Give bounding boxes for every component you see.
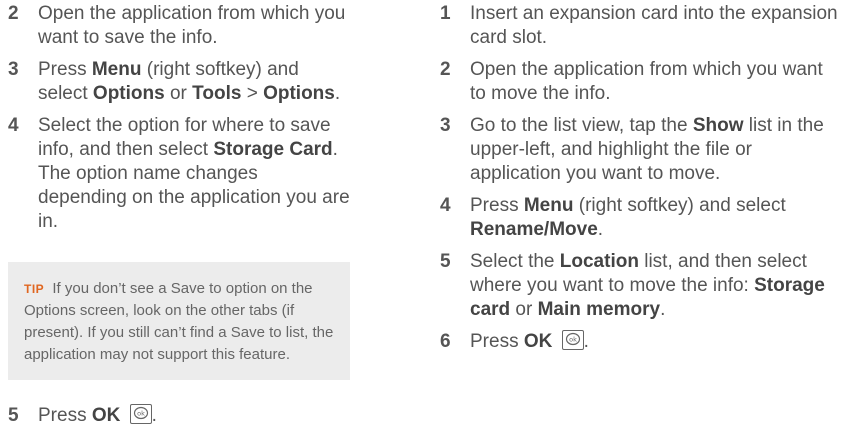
- ok-label: OK: [91, 405, 121, 426]
- svg-text:ok: ok: [569, 336, 577, 344]
- right-step-5: 5 Select the Location list, and then sel…: [440, 251, 825, 320]
- step-number: 2: [8, 3, 19, 24]
- step-text: Open the application from which you want…: [470, 59, 823, 104]
- options-label: Options: [263, 83, 335, 104]
- main-memory-label: Main memory: [537, 299, 661, 320]
- ok-label: OK: [523, 331, 553, 352]
- step-number: 5: [440, 251, 451, 272]
- ok-key-icon: ok: [561, 330, 584, 350]
- step-number: 6: [440, 331, 451, 352]
- right-step-2: 2 Open the application from which you wa…: [440, 58, 840, 106]
- left-step-4: 4 Select the option for where to save in…: [8, 115, 350, 232]
- step-number: 3: [440, 115, 451, 136]
- location-label: Location: [559, 251, 639, 272]
- tip-text: If you don’t see a Save to option on the…: [24, 280, 334, 363]
- show-label: Show: [692, 115, 744, 136]
- right-column: 1 Insert an expansion card into the expa…: [440, 0, 840, 362]
- step-number: 4: [8, 115, 19, 136]
- menu-label: Menu: [523, 195, 574, 216]
- tools-label: Tools: [192, 83, 242, 104]
- step-text: Open the application from which you want…: [38, 3, 346, 48]
- options-label: Options: [92, 83, 165, 104]
- tip-label: TIP: [24, 282, 45, 296]
- step-number: 1: [440, 3, 451, 24]
- ok-key-icon: ok: [129, 404, 152, 424]
- left-step-2: 2 Open the application from which you wa…: [8, 2, 350, 50]
- right-step-3: 3 Go to the list view, tap the Show list…: [440, 115, 824, 184]
- rename-move-label: Rename/Move: [470, 219, 598, 240]
- left-step-5: 5 Press OK ok .: [8, 404, 157, 426]
- storage-card-label: Storage Card: [213, 139, 333, 160]
- tip-box: TIP If you don’t see a Save to option on…: [8, 262, 350, 380]
- step-number: 3: [8, 59, 19, 80]
- right-step-6: 6 Press OK ok .: [440, 330, 589, 352]
- step-number: 4: [440, 195, 451, 216]
- right-step-1: 1 Insert an expansion card into the expa…: [440, 2, 840, 50]
- step-number: 2: [440, 59, 451, 80]
- left-step-3: 3 Press Menu (right softkey) and select …: [8, 59, 341, 104]
- menu-label: Menu: [91, 59, 142, 80]
- step-number: 5: [8, 405, 19, 426]
- step-text: Insert an expansion card into the expans…: [470, 3, 838, 48]
- left-column: 2 Open the application from which you wa…: [8, 0, 350, 436]
- right-step-4: 4 Press Menu (right softkey) and select …: [440, 195, 786, 240]
